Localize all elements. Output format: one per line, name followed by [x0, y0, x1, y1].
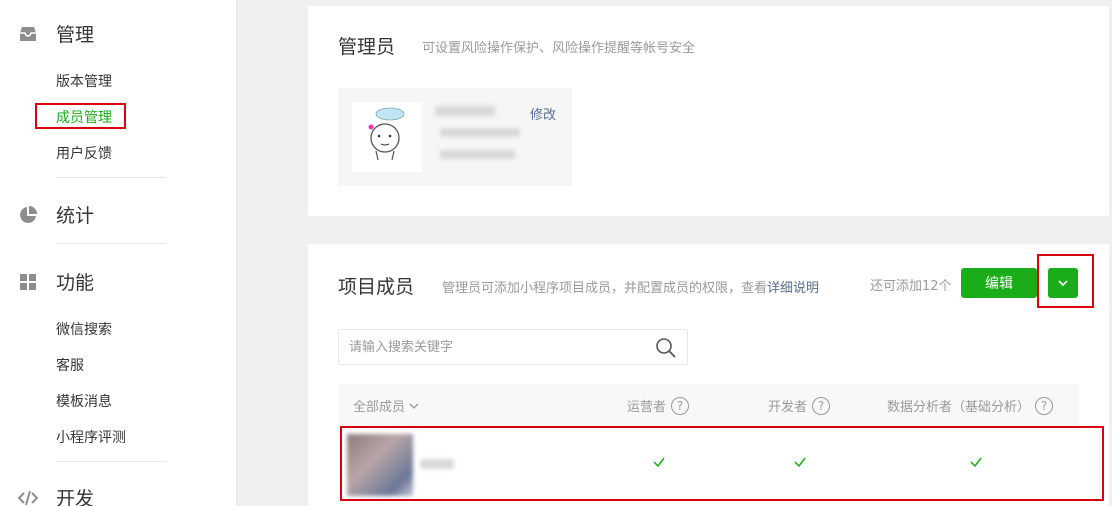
- search-input[interactable]: [349, 338, 639, 356]
- sidebar-group-label: 功能: [56, 272, 95, 294]
- avatar-cartoon-icon: [368, 107, 405, 161]
- sidebar-group-dev[interactable]: 开发: [18, 484, 94, 506]
- sidebar-group-stats[interactable]: 统计: [18, 201, 94, 228]
- admin-card-description: 可设置风险操作保护、风险操作提醒等帐号安全: [422, 41, 696, 56]
- column-header-developer: 开发者 ?: [768, 396, 831, 415]
- highlight-box: [340, 426, 1104, 501]
- sidebar-divider: [56, 177, 166, 178]
- sidebar-item-feedback[interactable]: 用户反馈: [56, 143, 112, 163]
- members-desc-text: 管理员可添加小程序项目成员，并配置成员的权限，查看: [442, 281, 768, 296]
- sidebar-item-mini-program-review[interactable]: 小程序评测: [56, 427, 126, 447]
- column-label: 数据分析者（基础分析）: [887, 400, 1031, 415]
- highlight-box: [1037, 254, 1094, 308]
- sidebar-item-versions[interactable]: 版本管理: [56, 71, 112, 91]
- column-header-all: 全部成员: [353, 400, 406, 415]
- remaining-quota: 还可添加12个: [870, 279, 952, 294]
- redacted-name: [435, 106, 495, 116]
- avatar: [352, 102, 422, 172]
- sidebar-item-template-messages[interactable]: 模板消息: [56, 391, 112, 411]
- column-header-operator: 运营者 ?: [627, 396, 690, 415]
- help-icon[interactable]: ?: [671, 396, 690, 415]
- sidebar-divider: [56, 461, 166, 462]
- column-label: 运营者: [627, 400, 667, 415]
- details-link[interactable]: 详细说明: [767, 281, 819, 296]
- pie-chart-icon: [20, 205, 37, 223]
- filter-all-members[interactable]: 全部成员: [353, 396, 419, 415]
- search-box: [338, 329, 688, 365]
- sidebar-item-wechat-search[interactable]: 微信搜索: [56, 319, 112, 339]
- help-icon[interactable]: ?: [1035, 396, 1054, 415]
- admin-edit-link[interactable]: 修改: [530, 104, 556, 123]
- members-card-title: 项目成员: [338, 276, 415, 298]
- members-card-description: 管理员可添加小程序项目成员，并配置成员的权限，查看详细说明: [442, 277, 819, 296]
- redacted-info: [440, 150, 515, 159]
- sidebar-group-features[interactable]: 功能: [18, 268, 94, 295]
- sidebar-item-customer-service[interactable]: 客服: [56, 355, 84, 375]
- column-label: 开发者: [768, 400, 808, 415]
- inbox-icon: [20, 26, 36, 41]
- redacted-info: [440, 128, 520, 137]
- search-icon[interactable]: [655, 337, 677, 359]
- sidebar-group-manage[interactable]: 管理: [18, 20, 94, 47]
- edit-members-button[interactable]: 编辑: [961, 268, 1037, 298]
- admin-card-title: 管理员: [338, 36, 396, 58]
- sidebar-group-label: 管理: [56, 24, 95, 46]
- sidebar: 管理 版本管理 成员管理 用户反馈 统计 功能 微信搜索 客服 模板消息 小程序…: [0, 0, 237, 506]
- column-header-analyst: 数据分析者（基础分析） ?: [887, 396, 1054, 415]
- sidebar-divider: [56, 243, 166, 244]
- code-icon: [18, 490, 38, 505]
- sidebar-group-label: 统计: [56, 205, 95, 227]
- sidebar-group-label: 开发: [56, 488, 95, 506]
- help-icon[interactable]: ?: [812, 396, 831, 415]
- chevron-down-icon: [409, 403, 419, 409]
- grid-icon: [20, 273, 36, 290]
- highlight-box: [35, 103, 126, 129]
